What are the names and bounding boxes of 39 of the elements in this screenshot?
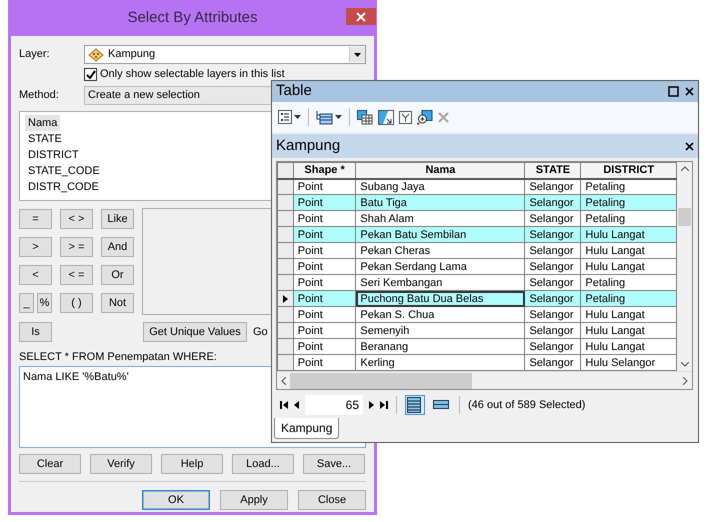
method-label: Method:: [19, 88, 60, 104]
table-cell: Selangor: [524, 226, 581, 242]
table-cell: Selangor: [524, 322, 581, 338]
table-cell: Petaling: [580, 290, 676, 306]
table-cell: Selangor: [524, 306, 581, 322]
window-title: Select By Attributes: [127, 8, 258, 28]
table-cell: Selangor: [524, 338, 581, 354]
table-cell: Point: [293, 338, 356, 354]
table-cell: Point: [293, 306, 356, 322]
checkbox-label: Only show selectable layers in this list: [100, 66, 285, 82]
table-cell: Batu Tiga: [356, 194, 525, 210]
table-cell: Hulu Langat: [580, 258, 676, 274]
table-cell: Hulu Langat: [580, 338, 676, 354]
table-cell: Point: [293, 258, 356, 274]
table-cell: Point: [293, 194, 356, 210]
layer-label: Layer:: [19, 47, 51, 62]
table-cell: Semenyih: [356, 322, 525, 338]
query-label: SELECT * FROM Penempatan WHERE:: [19, 351, 217, 364]
table-cell: Hulu Langat: [580, 306, 676, 322]
table-cell: Selangor: [524, 258, 581, 274]
table-cell: Hulu Langat: [580, 226, 676, 242]
table-cell: Selangor: [524, 290, 581, 306]
table-cell: Beranang: [356, 338, 525, 354]
table-cell: Hulu Langat: [580, 242, 676, 258]
table-cell: Petaling: [580, 194, 676, 210]
table-cell: Point: [293, 242, 356, 258]
table-cell: Selangor: [524, 242, 581, 258]
table-cell: Selangor: [524, 194, 581, 210]
table-cell: Hulu Langat: [580, 322, 676, 338]
table-cell: Point: [293, 226, 356, 242]
table-cell: Puchong Batu Dua Belas: [356, 290, 525, 306]
selection-count: (46 out of 589 Selected): [468, 398, 586, 413]
table-cell: Point: [293, 322, 356, 338]
table-cell: Pekan Serdang Lama: [356, 258, 525, 274]
table-cell: Pekan S. Chua: [356, 306, 525, 322]
table-title: Kampung: [276, 136, 342, 156]
table-cell: Pekan Cheras: [356, 242, 525, 258]
table-cell: Point: [293, 290, 356, 306]
table-cell: Pekan Batu Sembilan: [356, 226, 525, 242]
